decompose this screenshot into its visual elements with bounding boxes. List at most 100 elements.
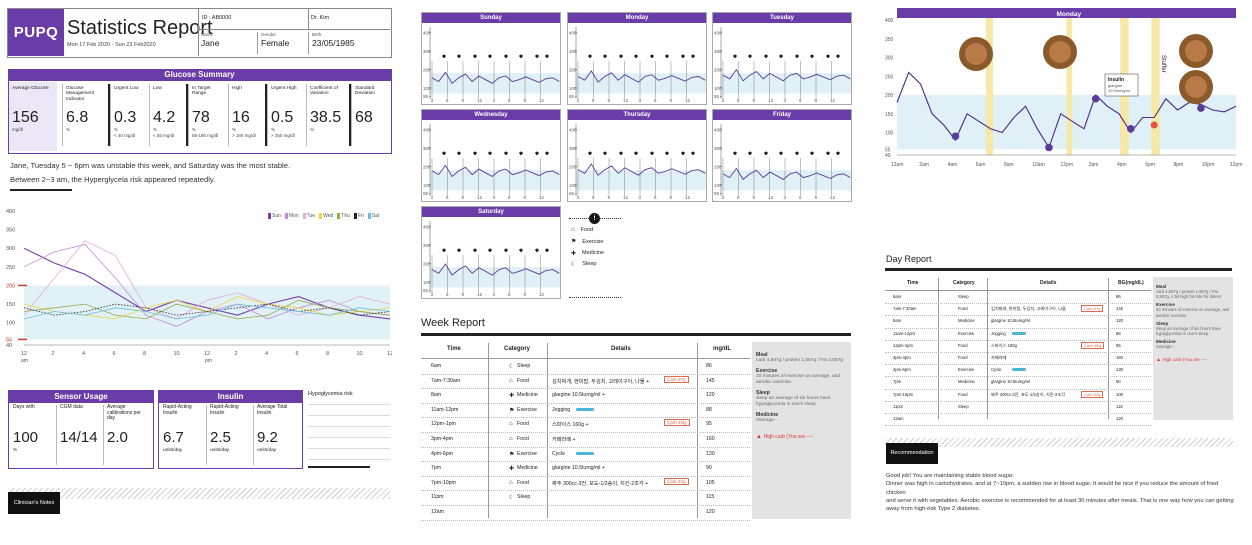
sensor-usage-title: Sensor Usage [9, 391, 153, 403]
row-category: Sleep [958, 403, 969, 409]
row-bg: 105 [1116, 391, 1123, 397]
row-details: 김치찌개, 현미밥, 두김치, 고레이구이, 나물 + [552, 378, 650, 385]
mini-x-tick: 6 [592, 98, 595, 103]
row-details: 짜주 300cc-3잔, 포도-1/2송이, 치킨-2조각 [991, 391, 1066, 397]
event-marker [545, 151, 549, 155]
mini-x-tick: 9 [462, 292, 465, 297]
usage-unit: units/day [257, 448, 277, 453]
row-category: Exercise [517, 450, 537, 457]
x-tick-label: 10 [174, 351, 180, 357]
y-tick-label: 300 [885, 56, 894, 62]
event-marker [519, 248, 523, 252]
food-icon: ⌂ [509, 421, 513, 428]
usage-name: Rapid-Acting Insulin [210, 404, 239, 416]
report-period: Mon 17 Feb 2020 - Sun 23 Feb2020 [67, 42, 156, 48]
table-row: 11am-12pm ⚑ Exercise Jogging 88 [421, 403, 750, 419]
row-time: 11am-12pm [893, 330, 916, 336]
x-tick-label: 12pm [1061, 162, 1074, 168]
table-row: 8am ✚ Medicine glargine 10.5Iumg/ml + 120 [421, 388, 750, 404]
callout-line: 10.5Iumg/ml [1108, 88, 1130, 93]
insight-line-2: Between 2~3 am, the Hyperglycela risk ap… [10, 175, 216, 184]
metric-unit: % [271, 127, 276, 132]
carb-tag: Carb 45lg [1081, 341, 1105, 349]
row-bg: 88 [1116, 330, 1121, 336]
row-time: 12am [893, 416, 904, 421]
carb-tag: Carb 97g [1081, 305, 1104, 313]
mini-y-tick: 55 [423, 191, 429, 196]
table-row: 12am 120 [421, 505, 750, 521]
legend-row: ✚ Medicine [571, 250, 604, 257]
event-marker [951, 132, 960, 141]
row-bg: 130 [1116, 367, 1123, 373]
y-tick-label: 40 [6, 343, 12, 349]
mini-chart-title: Wednesday [422, 110, 560, 120]
column-header: Category [953, 280, 975, 286]
event-marker [1091, 94, 1100, 103]
metric-name: Coefficient of Variation [310, 86, 338, 97]
legend-label: Exercise [582, 238, 604, 245]
row-details: glargine 10.5Iumg/ml [991, 379, 1031, 385]
monday-detail-chart: Monday400350300250200150100554012am 2am 4a… [885, 8, 1243, 168]
row-bg: 120 [1116, 318, 1123, 324]
table-header: Time Category Details BG(mg/dL) [885, 277, 1151, 291]
mini-x-tick: 3 [431, 98, 434, 103]
mini-x-tick: 9 [815, 98, 818, 103]
row-time: 7am-7:30am [431, 377, 461, 384]
mini-x-tick: 12 [539, 98, 545, 103]
table-row: 11am-12pm Exercise Jogging 88 [885, 328, 1151, 341]
usage-metric: CGM data 14/14 [56, 404, 101, 465]
mini-x-tick: 12 [477, 292, 483, 297]
usage-metric: Rapid-Acting Insulin 2.5 units/day [206, 404, 251, 465]
mini-x-tick: 12 [685, 98, 691, 103]
table-row: 12am 120 [885, 413, 1151, 427]
x-tick-label: 4am [948, 162, 958, 168]
usage-name: CGM data [60, 404, 83, 410]
mini-x-tick: 6 [446, 98, 449, 103]
legend-label: Medicine [582, 250, 605, 257]
row-category: Exercise [958, 367, 975, 373]
y-tick-label: 300 [6, 246, 15, 252]
mini-x-tick: 3 [639, 195, 642, 200]
mini-chart: Tuesday 400 300 200 100 55 3 6 9 12 3 6 9 12 [712, 12, 852, 105]
row-bg: 86 [1116, 294, 1121, 299]
day-report-rule [885, 268, 1232, 271]
row-mgdl: 145 [706, 377, 715, 384]
summary-metric: Urgent High 0.5% > 250 mg/dl [267, 84, 305, 146]
event-marker [457, 54, 461, 58]
intensity-bar [1012, 331, 1026, 335]
usage-unit: units/day [163, 448, 183, 453]
warning-text: High carb (You are ---- [1162, 357, 1207, 363]
row-bg: 145 [1116, 306, 1123, 312]
mini-x-tick: 9 [670, 195, 673, 200]
food-icon: ⌂ [509, 436, 513, 442]
mini-x-tick: 12 [539, 195, 545, 200]
table-row: 7pm Medicine glargine 10.5Iumg/ml 90 [885, 376, 1151, 390]
summary-metric: Coefficient of Variation 38.5% [306, 84, 349, 146]
event-marker [691, 54, 695, 58]
mini-x-tick: 12 [768, 98, 774, 103]
row-time: 11pm [893, 403, 904, 409]
mini-y-tick: 55 [569, 94, 575, 99]
y-tick-label: 40 [885, 153, 891, 159]
row-details: 스파이스 160g + [552, 422, 589, 429]
row-time: 12pm-1pm [893, 342, 914, 348]
metric-name: High [232, 86, 242, 91]
mini-x-tick: 6 [592, 195, 595, 200]
mini-chart-title: Saturday [422, 207, 560, 217]
side-label: Stuffer [1160, 55, 1166, 73]
row-time: 3pm-4pm [431, 436, 453, 442]
row-category: Food [517, 421, 529, 428]
food-photo-inner [1185, 40, 1207, 62]
x-tick-label: 2 [235, 351, 238, 357]
row-mgdl: 115 [706, 494, 715, 501]
row-time: 6am [893, 294, 902, 299]
event-marker [442, 248, 446, 252]
event-marker [603, 54, 607, 58]
table-row: 4pm-6pm Exercise Cycle 130 [885, 364, 1151, 378]
row-bg: 90 [1116, 379, 1121, 385]
event-marker [619, 54, 623, 58]
row-mgdl: 90 [706, 465, 712, 472]
row-mgdl: 160 [706, 436, 715, 442]
metric-value: 78 [192, 109, 210, 126]
warning-text: High carb (You are ---- [763, 434, 814, 440]
